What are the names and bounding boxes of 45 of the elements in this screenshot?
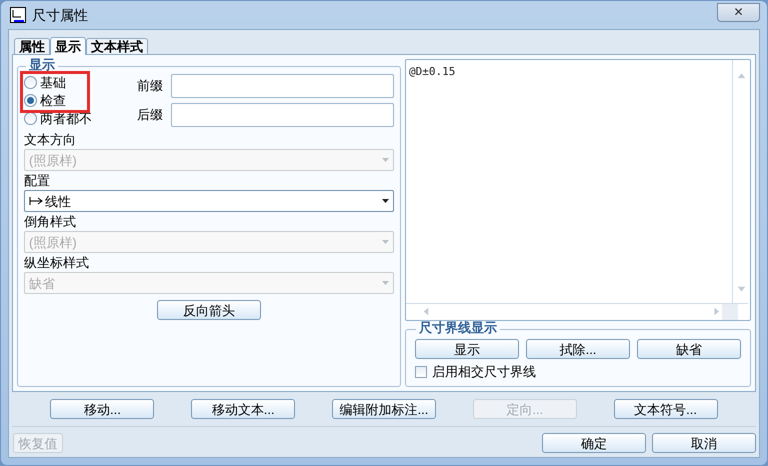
dropdown-caret-icon — [382, 158, 389, 162]
window-title: 尺寸属性 — [32, 6, 88, 24]
text-area[interactable]: @D±0.15 — [405, 59, 751, 321]
dropdown-caret-icon — [382, 240, 389, 244]
text-field[interactable] — [171, 103, 394, 127]
radio-button[interactable] — [24, 76, 37, 88]
text-field[interactable] — [171, 74, 394, 98]
witness-button[interactable]: 拭除... — [526, 339, 630, 359]
reverse-arrows-button[interactable]: 反向箭头 — [157, 300, 261, 320]
radio-button[interactable] — [24, 94, 37, 106]
dimension-icon — [10, 7, 26, 23]
dropdown-label: 文本方向 — [24, 131, 77, 149]
field-label: 后缀 — [137, 106, 163, 124]
radio-label: 两者都不 — [40, 112, 92, 124]
group-title: 显示 — [26, 58, 58, 71]
dropdown-value: (照原样) — [29, 236, 77, 248]
action-button[interactable]: 移动... — [50, 399, 154, 419]
dimension-text: @D±0.15 — [408, 64, 456, 80]
witness-button[interactable]: 缺省 — [637, 339, 741, 359]
dropdown-label: 倒角样式 — [24, 213, 77, 231]
dropdown-value: 缺省 — [29, 276, 55, 290]
group-title: 尺寸界线显示 — [416, 321, 500, 334]
close-button[interactable]: ✕ — [717, 2, 760, 22]
dropdown-label: 纵坐标样式 — [24, 254, 90, 272]
action-button[interactable]: 移动文本... — [191, 399, 296, 419]
action-button[interactable]: 编辑附加标注... — [332, 399, 436, 419]
radio-label: 检查 — [40, 94, 66, 106]
tab[interactable]: 显示 — [50, 37, 86, 55]
tab[interactable]: 属性 — [14, 38, 50, 54]
dropdown-caret-icon — [382, 281, 389, 285]
witness-button[interactable]: 显示 — [415, 339, 519, 359]
dropdown[interactable]: 线性 — [24, 190, 394, 212]
ok-button[interactable]: 确定 — [542, 433, 646, 453]
dropdown-value: (照原样) — [29, 154, 77, 166]
checkbox-label: 启用相交尺寸界线 — [432, 365, 536, 378]
action-button[interactable]: 文本符号... — [614, 399, 718, 419]
dropdown-label: 配置 — [24, 172, 51, 190]
checkbox[interactable] — [415, 366, 427, 378]
field-label: 前缀 — [137, 77, 163, 96]
dropdown-value: 线性 — [45, 194, 71, 208]
cancel-button[interactable]: 取消 — [652, 433, 756, 453]
radio-label: 基础 — [40, 76, 66, 88]
linear-arrow-icon — [29, 197, 43, 205]
dropdown-caret-icon — [382, 199, 389, 203]
tab[interactable]: 文本样式 — [86, 38, 148, 54]
